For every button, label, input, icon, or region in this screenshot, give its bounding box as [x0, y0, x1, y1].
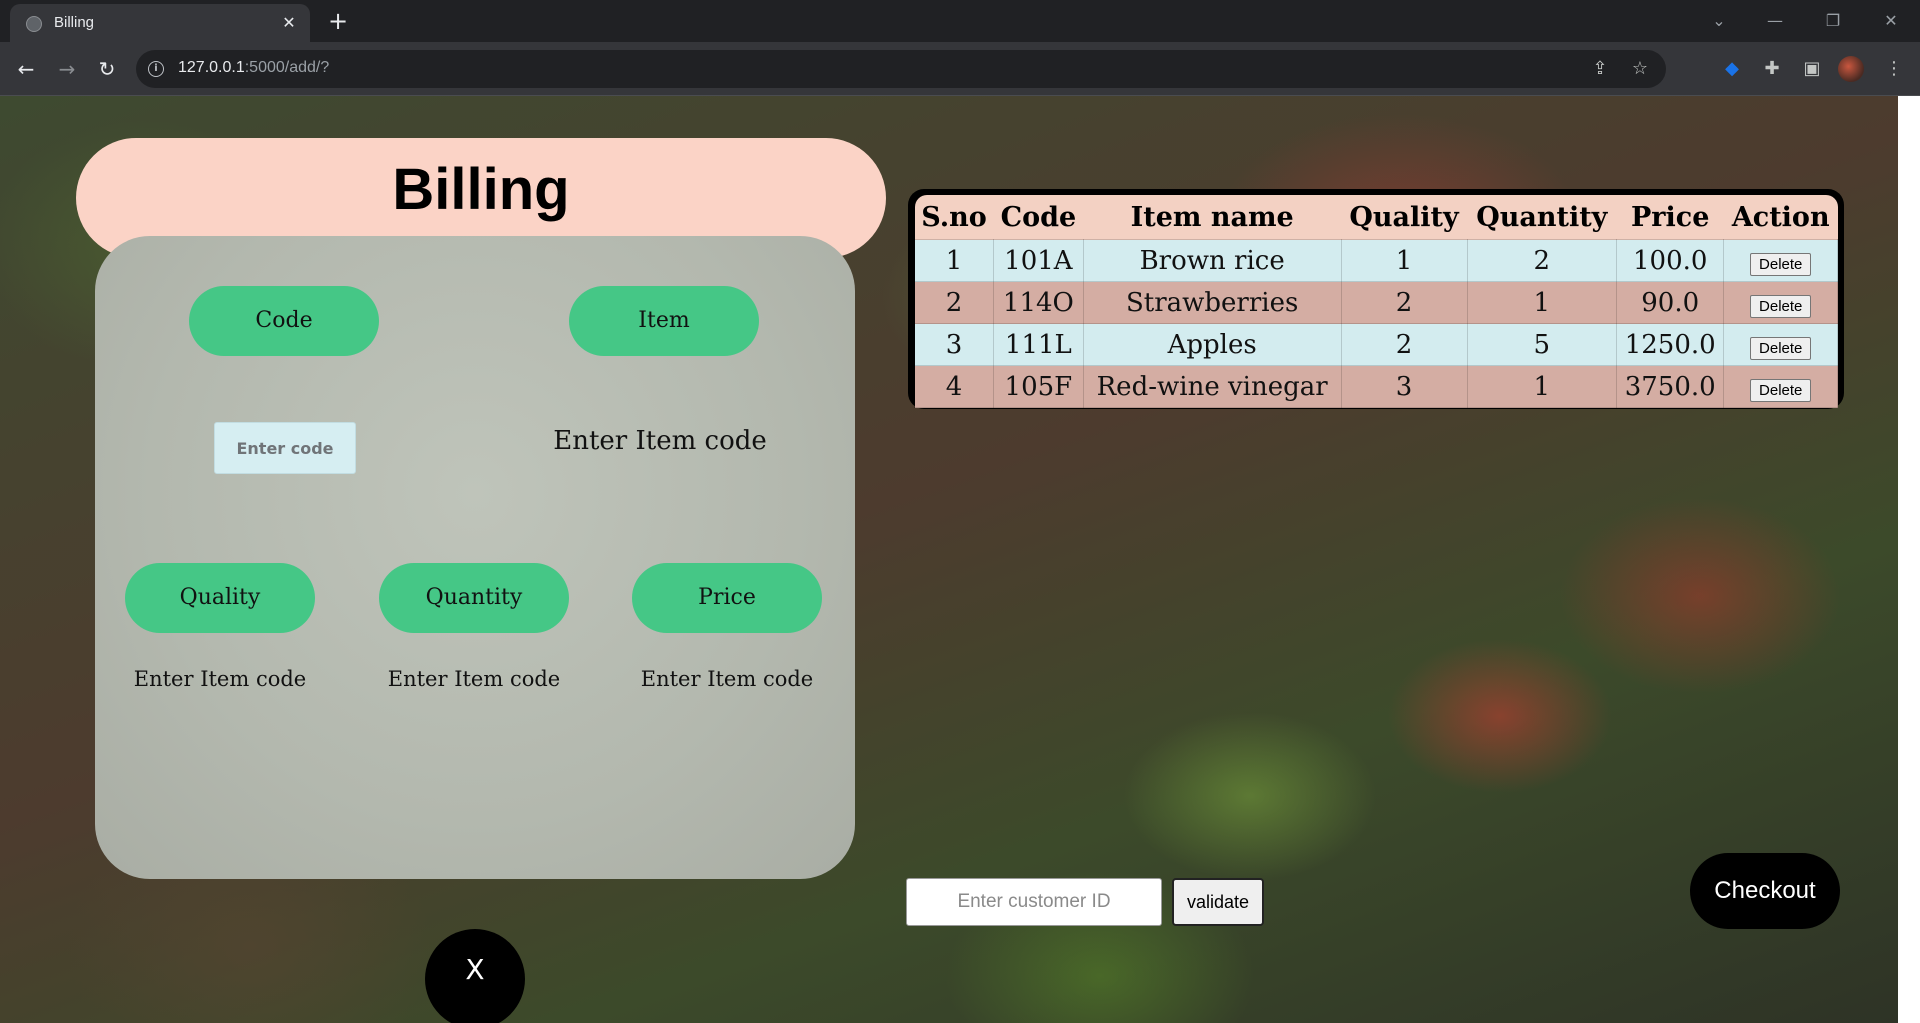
- globe-icon: [26, 16, 42, 32]
- cell-price: 90.0: [1616, 281, 1725, 324]
- menu-kebab-icon[interactable]: ⋮: [1880, 55, 1908, 83]
- header-code: Code: [993, 195, 1084, 240]
- cell-action: Delete: [1723, 323, 1838, 366]
- reload-icon[interactable]: ↻: [93, 55, 121, 83]
- page-content: Billing Code Item Enter Item code Qualit…: [0, 96, 1898, 1023]
- cell-sno: 1: [913, 239, 995, 282]
- cell-quality: 2: [1340, 281, 1468, 324]
- new-tab-icon[interactable]: +: [324, 8, 352, 36]
- price-value: Enter Item code: [640, 667, 814, 691]
- puzzle-icon[interactable]: ✚: [1758, 55, 1786, 83]
- tab-title: Billing: [54, 14, 95, 31]
- tab-strip: Billing ✕ + ⌄ — ❐ ✕: [0, 0, 1920, 42]
- quantity-label-button[interactable]: Quantity: [379, 563, 569, 633]
- cell-sno: 4: [913, 365, 995, 408]
- browser-window: Billing ✕ + ⌄ — ❐ ✕ ← → ↻ i 127.0.0.1:50…: [0, 0, 1920, 1023]
- cell-quantity: 5: [1466, 323, 1618, 366]
- header-action: Action: [1723, 195, 1838, 240]
- cell-quantity: 2: [1466, 239, 1618, 282]
- customer-id-input[interactable]: [906, 878, 1162, 926]
- cell-quantity: 1: [1466, 365, 1618, 408]
- minimize-icon[interactable]: —: [1760, 6, 1790, 36]
- cell-item-name: Brown rice: [1082, 239, 1342, 282]
- close-tab-icon[interactable]: ✕: [278, 12, 300, 34]
- table-row: 3 111L Apples 2 5 1250.0 Delete: [913, 323, 1838, 366]
- cell-item-name: Strawberries: [1082, 281, 1342, 324]
- cell-sno: 2: [913, 281, 995, 324]
- restore-icon[interactable]: ❐: [1818, 6, 1848, 36]
- cell-price: 3750.0: [1616, 365, 1725, 408]
- site-info-icon[interactable]: i: [148, 61, 164, 77]
- tab-billing[interactable]: Billing ✕: [10, 4, 310, 42]
- header-quality: Quality: [1341, 195, 1468, 240]
- table-row: 2 114O Strawberries 2 1 90.0 Delete: [913, 281, 1838, 324]
- tab-search-icon[interactable]: ⌄: [1704, 6, 1734, 36]
- cell-action: Delete: [1723, 239, 1838, 282]
- address-bar[interactable]: i 127.0.0.1:5000/add/? ☆ ⇪: [136, 50, 1666, 88]
- profile-avatar[interactable]: [1838, 56, 1864, 82]
- cell-item-name: Red-wine vinegar: [1082, 365, 1342, 408]
- code-label-button[interactable]: Code: [189, 286, 379, 356]
- browser-toolbar: ← → ↻ i 127.0.0.1:5000/add/? ☆ ⇪ ◆ ✚ ▣ ⋮: [0, 42, 1920, 96]
- cell-item-name: Apples: [1082, 323, 1342, 366]
- quantity-value: Enter Item code: [387, 667, 561, 691]
- cell-quality: 3: [1340, 365, 1468, 408]
- share-icon[interactable]: ⇪: [1586, 55, 1614, 83]
- code-input[interactable]: [214, 422, 356, 474]
- table-header-row: S.no Code Item name Quality Quantity Pri…: [914, 195, 1838, 240]
- page-title: Billing: [392, 157, 570, 222]
- item-label-button[interactable]: Item: [569, 286, 759, 356]
- url-text: 127.0.0.1:5000/add/?: [178, 59, 329, 77]
- scrollbar-gutter: [1898, 96, 1920, 1023]
- quality-label-button[interactable]: Quality: [125, 563, 315, 633]
- checkout-button[interactable]: Checkout: [1690, 853, 1840, 929]
- header-item-name: Item name: [1083, 195, 1342, 240]
- table-row: 4 105F Red-wine vinegar 3 1 3750.0 Delet…: [913, 365, 1838, 408]
- cell-action: Delete: [1723, 281, 1838, 324]
- cell-code: 114O: [993, 281, 1084, 324]
- item-name-value: Enter Item code: [553, 426, 767, 456]
- delete-button[interactable]: Delete: [1750, 294, 1812, 318]
- bookmark-star-icon[interactable]: ☆: [1626, 55, 1654, 83]
- cell-price: 1250.0: [1616, 323, 1725, 366]
- url-path: :5000/add/?: [244, 59, 330, 76]
- billing-form-card: Code Item Enter Item code Quality Quanti…: [95, 236, 855, 879]
- delete-button[interactable]: Delete: [1750, 378, 1812, 402]
- cell-code: 111L: [993, 323, 1084, 366]
- extension-icon[interactable]: ◆: [1718, 55, 1746, 83]
- cell-quality: 2: [1340, 323, 1468, 366]
- cell-sno: 3: [913, 323, 995, 366]
- bill-table-container: S.no Code Item name Quality Quantity Pri…: [908, 189, 1844, 409]
- table-row: 1 101A Brown rice 1 2 100.0 Delete: [913, 239, 1838, 282]
- delete-button[interactable]: Delete: [1750, 336, 1812, 360]
- back-icon[interactable]: ←: [12, 55, 40, 83]
- forward-icon[interactable]: →: [53, 55, 81, 83]
- bill-table: S.no Code Item name Quality Quantity Pri…: [913, 195, 1838, 408]
- cell-code: 101A: [993, 239, 1084, 282]
- header-price: Price: [1616, 195, 1724, 240]
- url-host: 127.0.0.1: [178, 59, 245, 76]
- cell-quality: 1: [1340, 239, 1468, 282]
- side-panel-icon[interactable]: ▣: [1798, 55, 1826, 83]
- window-close-icon[interactable]: ✕: [1876, 6, 1906, 36]
- cell-code: 105F: [993, 365, 1084, 408]
- header-quantity: Quantity: [1467, 195, 1617, 240]
- validate-button[interactable]: validate: [1172, 878, 1264, 926]
- cell-quantity: 1: [1466, 281, 1618, 324]
- cell-action: Delete: [1723, 365, 1838, 408]
- delete-button[interactable]: Delete: [1750, 252, 1812, 276]
- header-sno: S.no: [914, 195, 994, 240]
- close-button[interactable]: X: [425, 929, 525, 1023]
- price-label-button[interactable]: Price: [632, 563, 822, 633]
- cell-price: 100.0: [1616, 239, 1725, 282]
- quality-value: Enter Item code: [133, 667, 307, 691]
